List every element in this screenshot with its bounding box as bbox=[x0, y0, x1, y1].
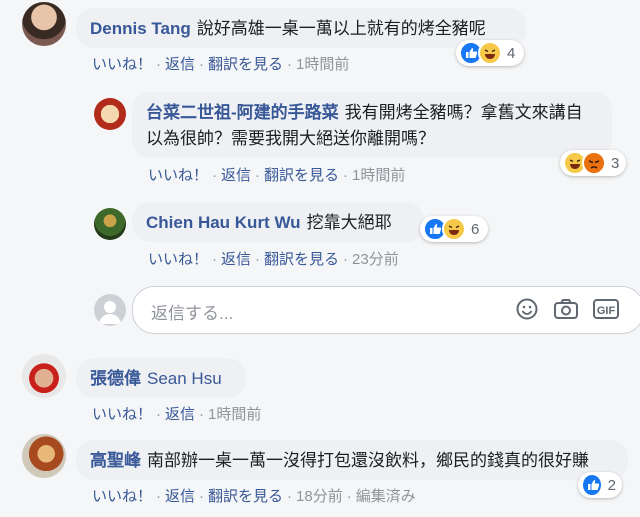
translate-button[interactable]: 翻訳を見る bbox=[208, 56, 283, 73]
avatar[interactable] bbox=[94, 208, 126, 240]
timestamp[interactable]: 1時間前 bbox=[296, 56, 349, 73]
reply-placeholder: 返信する... bbox=[151, 304, 234, 323]
timestamp[interactable]: 1時間前 bbox=[208, 406, 261, 423]
timestamp[interactable]: 23分前 bbox=[352, 251, 399, 268]
timestamp[interactable]: 1時間前 bbox=[352, 167, 405, 184]
comment-bubble: Dennis Tang 說好高雄一桌一萬以上就有的烤全豬呢 bbox=[76, 8, 526, 48]
avatar[interactable] bbox=[22, 354, 66, 398]
like-reaction-icon bbox=[581, 473, 603, 497]
comment-actions: いいね！ · 返信 · 翻訳を見る · 1時間前 bbox=[148, 167, 406, 184]
comment-bubble: 張德偉 Sean Hsu bbox=[76, 358, 246, 398]
commenter-name[interactable]: Dennis Tang bbox=[90, 19, 191, 38]
edited-label[interactable]: 編集済み bbox=[356, 488, 416, 505]
reply-button[interactable]: 返信 bbox=[221, 167, 251, 184]
comment-bubble: 台菜二世祖-阿建的手路菜 我有開烤全豬嗎？拿舊文來講自 以為很帥？需要我開大絕送你… bbox=[132, 92, 612, 158]
reaction-count: 4 bbox=[507, 44, 516, 62]
commenter-name[interactable]: 台菜二世祖-阿建的手路菜 bbox=[146, 103, 339, 122]
comment-text: 南部辦一桌一萬一沒得打包還沒飲料，鄉民的錢真的很好賺 bbox=[147, 451, 589, 470]
reaction-summary[interactable]: 6 bbox=[420, 216, 488, 242]
like-button[interactable]: いいね！ bbox=[148, 251, 208, 268]
gif-icon[interactable]: GIF bbox=[593, 299, 619, 319]
translate-button[interactable]: 翻訳を見る bbox=[264, 251, 339, 268]
reaction-summary[interactable]: 3 bbox=[560, 150, 626, 176]
reply-button[interactable]: 返信 bbox=[221, 251, 251, 268]
emoji-icon[interactable] bbox=[515, 297, 539, 326]
commenter-name[interactable]: Chien Hau Kurt Wu bbox=[146, 213, 301, 232]
reply-input[interactable]: 返信する... GIF bbox=[132, 286, 640, 334]
comment-actions: いいね！ · 返信 · 翻訳を見る · 18分前 · 編集済み bbox=[92, 488, 416, 505]
reaction-count: 6 bbox=[471, 220, 480, 238]
comment-actions: いいね！ · 返信 · 翻訳を見る · 23分前 bbox=[148, 251, 399, 268]
tagged-user[interactable]: Sean Hsu bbox=[147, 369, 222, 388]
comment-actions: いいね！ · 返信 · 翻訳を見る · 1時間前 bbox=[92, 56, 350, 73]
camera-icon[interactable] bbox=[553, 297, 579, 326]
current-user-avatar bbox=[94, 294, 126, 326]
comment-actions: いいね！ · 返信 · 1時間前 bbox=[92, 406, 262, 423]
avatar[interactable] bbox=[22, 2, 66, 46]
haha-reaction-icon bbox=[442, 217, 466, 241]
like-button[interactable]: いいね！ bbox=[92, 56, 152, 73]
comment-bubble: 高聖峰 南部辦一桌一萬一沒得打包還沒飲料，鄉民的錢真的很好賺 bbox=[76, 440, 628, 480]
comment-text-continued: 以為很帥？需要我開大絕送你離開嗎？ bbox=[146, 129, 435, 148]
comment-text: 我有開烤全豬嗎？拿舊文來講自 bbox=[344, 103, 583, 122]
translate-button[interactable]: 翻訳を見る bbox=[264, 167, 339, 184]
translate-button[interactable]: 翻訳を見る bbox=[208, 488, 283, 505]
reply-button[interactable]: 返信 bbox=[165, 406, 195, 423]
like-button[interactable]: いいね！ bbox=[148, 167, 208, 184]
reply-button[interactable]: 返信 bbox=[165, 488, 195, 505]
avatar[interactable] bbox=[94, 98, 126, 130]
like-button[interactable]: いいね！ bbox=[92, 406, 152, 423]
reply-button[interactable]: 返信 bbox=[165, 56, 195, 73]
comment-text: 說好高雄一桌一萬以上就有的烤全豬呢 bbox=[196, 19, 486, 38]
comment-bubble: Chien Hau Kurt Wu 挖靠大絕耶 bbox=[132, 202, 424, 242]
haha-reaction-icon bbox=[478, 41, 502, 65]
angry-reaction-icon bbox=[582, 151, 606, 175]
avatar[interactable] bbox=[22, 434, 66, 478]
commenter-name[interactable]: 高聖峰 bbox=[90, 451, 141, 470]
timestamp[interactable]: 18分前 bbox=[296, 488, 343, 505]
like-button[interactable]: いいね！ bbox=[92, 488, 152, 505]
commenter-name[interactable]: 張德偉 bbox=[90, 369, 141, 388]
reaction-count: 3 bbox=[611, 154, 620, 172]
comment-text: 挖靠大絕耶 bbox=[306, 213, 392, 232]
reaction-summary[interactable]: 2 bbox=[578, 472, 622, 498]
reaction-summary[interactable]: 4 bbox=[456, 40, 524, 66]
reaction-count: 2 bbox=[607, 476, 616, 494]
